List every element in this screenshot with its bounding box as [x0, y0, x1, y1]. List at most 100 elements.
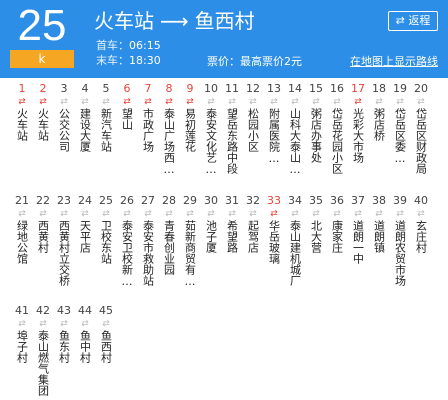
stop-number: 12	[246, 82, 260, 95]
stop-item[interactable]: 37 ⇄ 道朗一中	[348, 194, 368, 264]
stop-number: 30	[204, 194, 218, 207]
transfer-icon: ⇄	[186, 97, 194, 107]
stop-item[interactable]: 13 ⇄ 附属医院…	[264, 82, 284, 165]
stop-name: 山科大泰山…	[288, 108, 302, 176]
stop-item[interactable]: 11 ⇄ 望岳东路中段	[222, 82, 242, 174]
stop-number: 21	[15, 194, 29, 207]
stop-number: 45	[99, 304, 113, 317]
stop-name: 茹新商贸有…	[183, 220, 197, 288]
stop-name: 泰安卫校新…	[120, 220, 134, 288]
transfer-icon: ⇄	[102, 97, 110, 107]
route-sub-badge: k	[10, 50, 74, 68]
stop-item[interactable]: 1 ⇄ 火车站	[12, 82, 32, 141]
stop-name: 绿地公馆	[15, 220, 29, 264]
transfer-icon: ⇄	[81, 209, 89, 219]
return-trip-button[interactable]: ⇄ 返程	[388, 11, 438, 31]
stop-item[interactable]: 40 ⇄ 玄庄村	[411, 194, 431, 253]
stop-number: 26	[120, 194, 134, 207]
transfer-icon: ⇄	[81, 97, 89, 107]
stop-item[interactable]: 25 ⇄ 卫校东站	[96, 194, 116, 264]
stop-item[interactable]: 28 ⇄ 青春创业园	[159, 194, 179, 275]
stop-number: 38	[372, 194, 386, 207]
transfer-icon: ⇄	[123, 209, 131, 219]
stop-item[interactable]: 18 ⇄ 粥店桥	[369, 82, 389, 141]
stop-number: 15	[309, 82, 323, 95]
stop-item[interactable]: 14 ⇄ 山科大泰山…	[285, 82, 305, 176]
stop-number: 14	[288, 82, 302, 95]
stop-number: 31	[225, 194, 239, 207]
stop-name: 埠子村	[15, 330, 29, 363]
stop-item[interactable]: 4 ⇄ 建设大厦	[75, 82, 95, 152]
transfer-icon: ⇄	[186, 209, 194, 219]
stop-item[interactable]: 38 ⇄ 道朗镇	[369, 194, 389, 253]
stop-item[interactable]: 12 ⇄ 松园小区	[243, 82, 263, 152]
stop-name: 北大营	[309, 220, 323, 253]
stop-item[interactable]: 30 ⇄ 池子厦	[201, 194, 221, 253]
stop-number: 7	[144, 82, 152, 95]
transfer-icon: ⇄	[375, 97, 383, 107]
transfer-icon: ⇄	[165, 97, 173, 107]
last-bus-label: 末车：	[96, 54, 129, 67]
stop-number: 33	[267, 194, 281, 207]
stop-item[interactable]: 39 ⇄ 道朗农贸市场	[390, 194, 410, 286]
stop-item[interactable]: 31 ⇄ 希望路	[222, 194, 242, 253]
transfer-icon: ⇄	[228, 209, 236, 219]
transfer-icon: ⇄	[60, 319, 68, 329]
stop-item[interactable]: 26 ⇄ 泰安卫校新…	[117, 194, 137, 288]
stop-item[interactable]: 27 ⇄ 泰安市救助站	[138, 194, 158, 286]
stop-item[interactable]: 22 ⇄ 西黄村	[33, 194, 53, 253]
stop-number: 29	[183, 194, 197, 207]
stop-number: 25	[99, 194, 113, 207]
stop-item[interactable]: 33 ⇄ 华岳玻璃	[264, 194, 284, 264]
stop-item[interactable]: 32 ⇄ 起驾店	[243, 194, 263, 253]
stop-item[interactable]: 7 ⇄ 市政广场	[138, 82, 158, 152]
transfer-icon: ⇄	[354, 97, 362, 107]
stop-number: 28	[162, 194, 176, 207]
transfer-icon: ⇄	[270, 209, 278, 219]
stop-number: 16	[330, 82, 344, 95]
stop-number: 20	[414, 82, 428, 95]
show-on-map-link[interactable]: 在地图上显示路线	[350, 53, 438, 69]
stop-item[interactable]: 35 ⇄ 北大营	[306, 194, 326, 253]
stop-name: 道朗一中	[351, 220, 365, 264]
stop-item[interactable]: 6 ⇄ 望山	[117, 82, 137, 130]
transfer-icon: ⇄	[249, 209, 257, 219]
stop-name: 鱼东村	[57, 330, 71, 363]
arrow-right-icon: ⟶	[160, 9, 189, 33]
stop-item[interactable]: 36 ⇄ 康家庄	[327, 194, 347, 253]
stop-item[interactable]: 16 ⇄ 岱岳花园小区	[327, 82, 347, 174]
stop-item[interactable]: 45 ⇄ 鱼西村	[96, 304, 116, 363]
stop-number: 11	[225, 82, 239, 95]
stop-item[interactable]: 44 ⇄ 鱼中村	[75, 304, 95, 363]
stop-item[interactable]: 8 ⇄ 泰山广场西…	[159, 82, 179, 176]
stop-item[interactable]: 15 ⇄ 粥店办事处	[306, 82, 326, 163]
stop-name: 火车站	[15, 108, 29, 141]
stop-item[interactable]: 19 ⇄ 岱岳区委…	[390, 82, 410, 165]
stop-name: 康家庄	[330, 220, 344, 253]
stop-name: 望山	[120, 108, 134, 130]
stop-item[interactable]: 43 ⇄ 鱼东村	[54, 304, 74, 363]
stop-item[interactable]: 17 ⇄ 光彩大市场	[348, 82, 368, 163]
stop-item[interactable]: 41 ⇄ 埠子村	[12, 304, 32, 363]
stop-item[interactable]: 42 ⇄ 泰山燃气集团	[33, 304, 53, 396]
stop-item[interactable]: 3 ⇄ 公交公司	[54, 82, 74, 152]
first-bus-time: 06:15	[129, 39, 161, 52]
route-header: 25 k 火车站 ⟶ 鱼西村 首车：06:15 末车：18:30 票价：最高票价2元…	[0, 0, 448, 78]
stop-item[interactable]: 24 ⇄ 天平店	[75, 194, 95, 253]
transfer-icon: ⇄	[417, 97, 425, 107]
stop-item[interactable]: 23 ⇄ 西黄村立交桥	[54, 194, 74, 286]
stop-item[interactable]: 5 ⇄ 新汽车站	[96, 82, 116, 152]
stop-item[interactable]: 9 ⇄ 易初莲花	[180, 82, 200, 152]
stop-item[interactable]: 34 ⇄ 泰山建机城厂	[285, 194, 305, 286]
stop-name: 光彩大市场	[351, 108, 365, 163]
stop-item[interactable]: 20 ⇄ 岱岳区财政局	[411, 82, 431, 174]
stop-number: 44	[78, 304, 92, 317]
stop-number: 40	[414, 194, 428, 207]
transfer-icon: ⇄	[165, 209, 173, 219]
stop-name: 玄庄村	[414, 220, 428, 253]
stop-item[interactable]: 29 ⇄ 茹新商贸有…	[180, 194, 200, 288]
stop-item[interactable]: 2 ⇄ 火车站	[33, 82, 53, 141]
stop-item[interactable]: 10 ⇄ 泰安文化艺…	[201, 82, 221, 176]
stop-number: 17	[351, 82, 365, 95]
stop-item[interactable]: 21 ⇄ 绿地公馆	[12, 194, 32, 264]
